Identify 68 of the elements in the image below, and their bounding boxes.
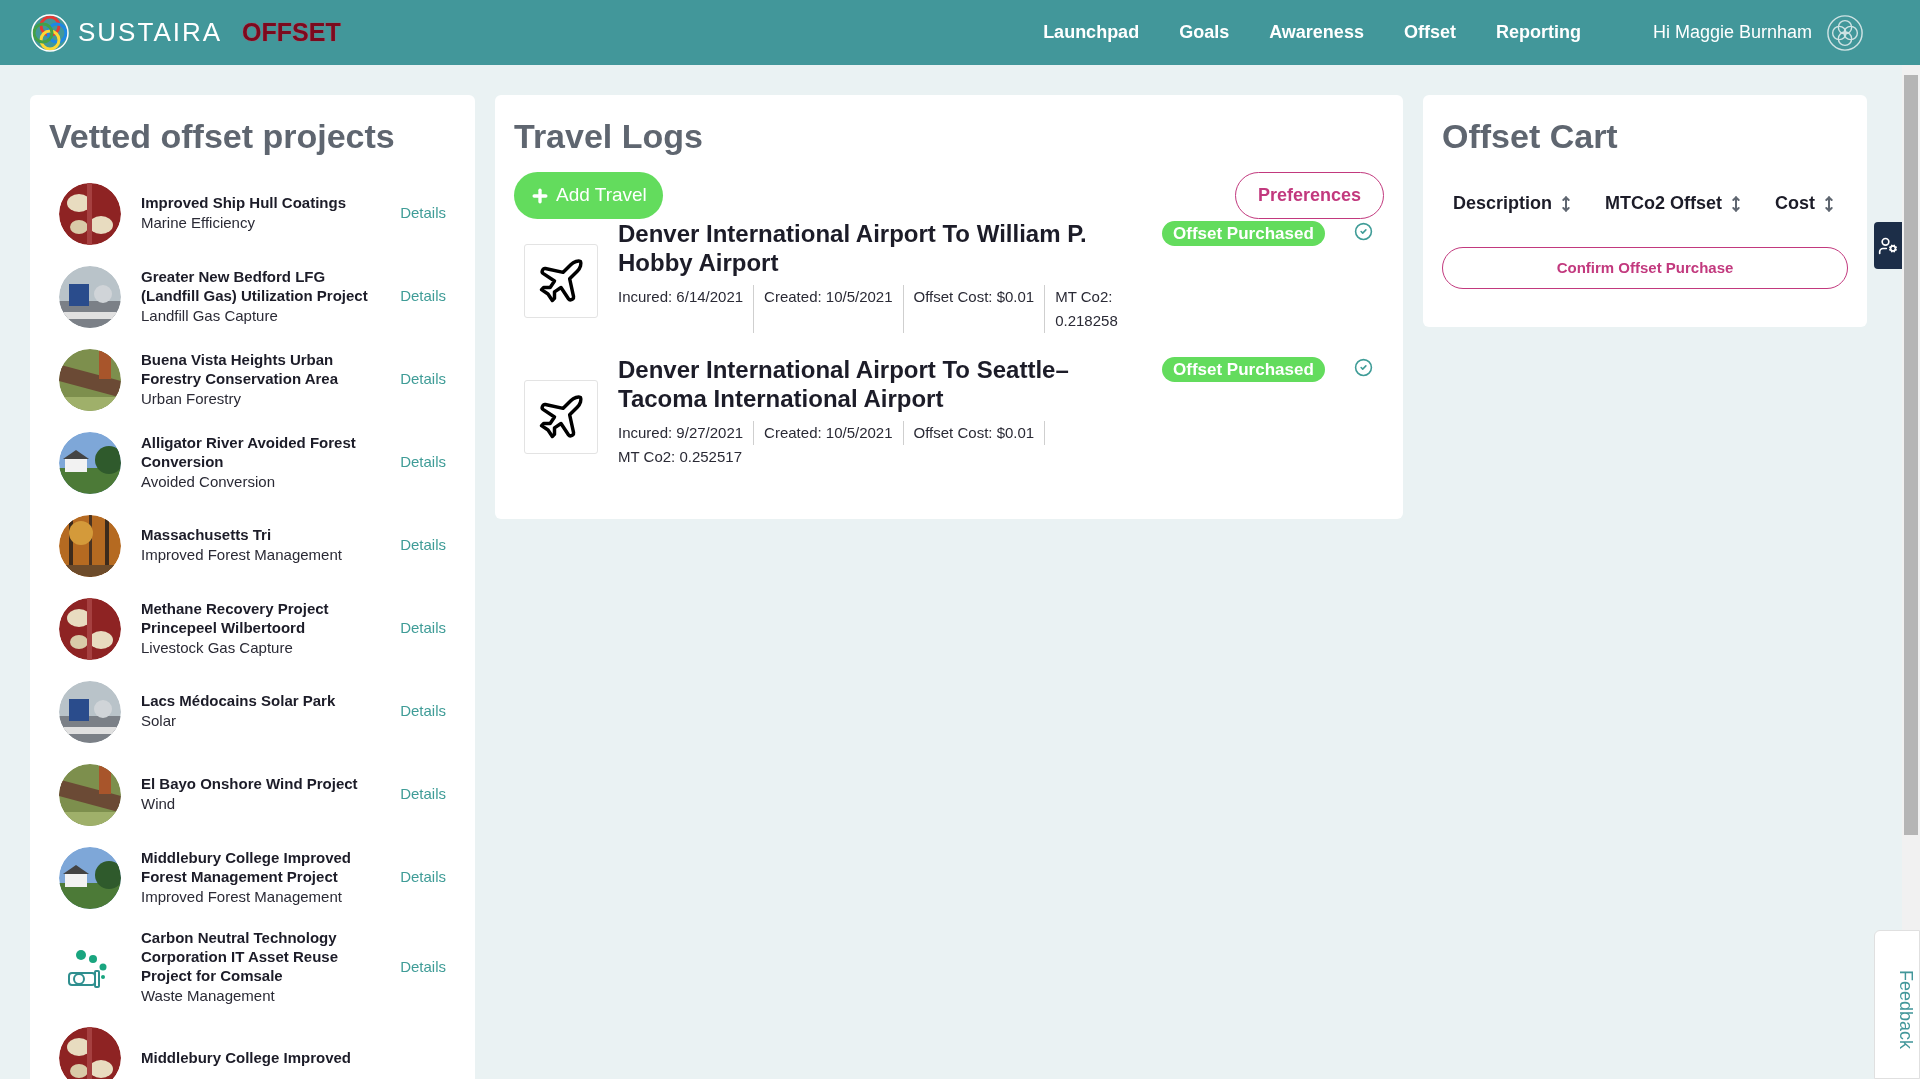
travel-title: Denver International Airport To William P. Hobby Airport: [618, 219, 1088, 277]
feedback-tab[interactable]: Feedback: [1874, 930, 1920, 1079]
details-link[interactable]: Details: [400, 617, 446, 640]
travel-detail: Incured: 6/14/2021: [618, 285, 755, 333]
plane-icon: [524, 244, 598, 318]
project-category: Urban Forestry: [141, 388, 243, 409]
project-title: El Bayo Onshore Wind Project: [141, 774, 359, 793]
project-title: Lacs Médocains Solar Park: [141, 691, 337, 710]
project-title: Greater New Bedford LFG (Landfill Gas) Utilization Project: [141, 266, 369, 305]
project-category: Landfill Gas Capture: [141, 305, 279, 326]
nav-link[interactable]: Offset: [1403, 19, 1456, 46]
project-title: Methane Recovery Project Princepeel Wilbertoord: [141, 598, 330, 637]
project-category: Improved Forest Management: [141, 545, 343, 565]
nav-link[interactable]: Goals: [1179, 19, 1230, 46]
project-category: Wind: [141, 794, 177, 814]
brand-name: SUSTAIRA: [78, 16, 223, 49]
travel-detail: Offset Cost: $0.01: [913, 285, 1046, 333]
project-category: Waste Management: [141, 986, 276, 1006]
panel-title: Offset Cart: [1442, 116, 1619, 157]
project-title: Middlebury College Improved: [141, 1048, 353, 1067]
panel-title: Vetted offset projects: [49, 116, 396, 157]
user-icon: [1878, 235, 1898, 256]
details-link[interactable]: Details: [400, 368, 446, 391]
project-title: Buena Vista Heights Urban Forestry Conservation Area: [141, 349, 339, 388]
details-link[interactable]: Details: [400, 956, 446, 979]
project-title: Alligator River Avoided Forest Conversion: [141, 432, 357, 471]
project-title: Carbon Neutral Technology Corporation IT Asset Reuse Project for Comsale: [141, 928, 339, 985]
scrollbar-thumb[interactable]: [1904, 75, 1918, 835]
project-title: Improved Ship Hull Coatings: [141, 193, 347, 212]
panel-title: Travel Logs: [514, 116, 704, 157]
column-header[interactable]: Description: [1453, 190, 1575, 217]
add-travel-button[interactable]: Add Travel: [514, 172, 663, 219]
column-header[interactable]: MTCo2 Offset: [1605, 190, 1744, 217]
project-category: Avoided Conversion: [141, 471, 276, 492]
travel-detail: MT Co2: 0.218258: [1055, 287, 1119, 331]
travel-detail: Incured: 9/27/2021: [618, 421, 755, 445]
column-header[interactable]: Cost: [1775, 190, 1837, 217]
project-category: Solar: [141, 711, 178, 731]
logo-icon: [30, 12, 70, 53]
status-badge: Offset Purchased: [1162, 221, 1325, 246]
project-title: Massachusetts Tri: [141, 525, 273, 544]
details-link[interactable]: Details: [400, 534, 446, 557]
nav-link[interactable]: Launchpad: [1043, 19, 1140, 46]
plane-icon: [524, 380, 598, 454]
project-category: Marine Efficiency: [141, 213, 256, 233]
check-icon: [1353, 222, 1373, 241]
details-link[interactable]: Details: [400, 202, 446, 225]
travel-detail: MT Co2: 0.252517: [618, 447, 743, 467]
nav-link[interactable]: Awareness: [1269, 19, 1364, 46]
details-link[interactable]: Details: [400, 783, 446, 806]
travel-detail: Created: 10/5/2021: [764, 421, 904, 445]
details-link[interactable]: Details: [400, 700, 446, 723]
product-name: OFFSET: [242, 16, 341, 48]
travel-title: Denver International Airport To Seattle–Tacoma International Airport: [618, 355, 1070, 413]
status-badge: Offset Purchased: [1162, 357, 1325, 382]
check-icon: [1353, 358, 1373, 377]
travel-detail: Offset Cost: $0.01: [913, 421, 1046, 445]
details-link[interactable]: Details: [400, 285, 446, 308]
user-greeting: Hi Maggie Burnham: [1652, 21, 1812, 44]
details-link[interactable]: Details: [400, 451, 446, 474]
user-switch-button[interactable]: [1874, 222, 1902, 269]
project-category: Improved Forest Management: [141, 886, 343, 907]
details-link[interactable]: Details: [400, 866, 446, 889]
travel-detail: Created: 10/5/2021: [764, 285, 904, 333]
nav-link[interactable]: Reporting: [1495, 19, 1581, 46]
project-category: Livestock Gas Capture: [141, 637, 294, 658]
avatar-icon[interactable]: [1826, 13, 1864, 52]
project-title: Middlebury College Improved Forest Management Project: [141, 847, 353, 886]
